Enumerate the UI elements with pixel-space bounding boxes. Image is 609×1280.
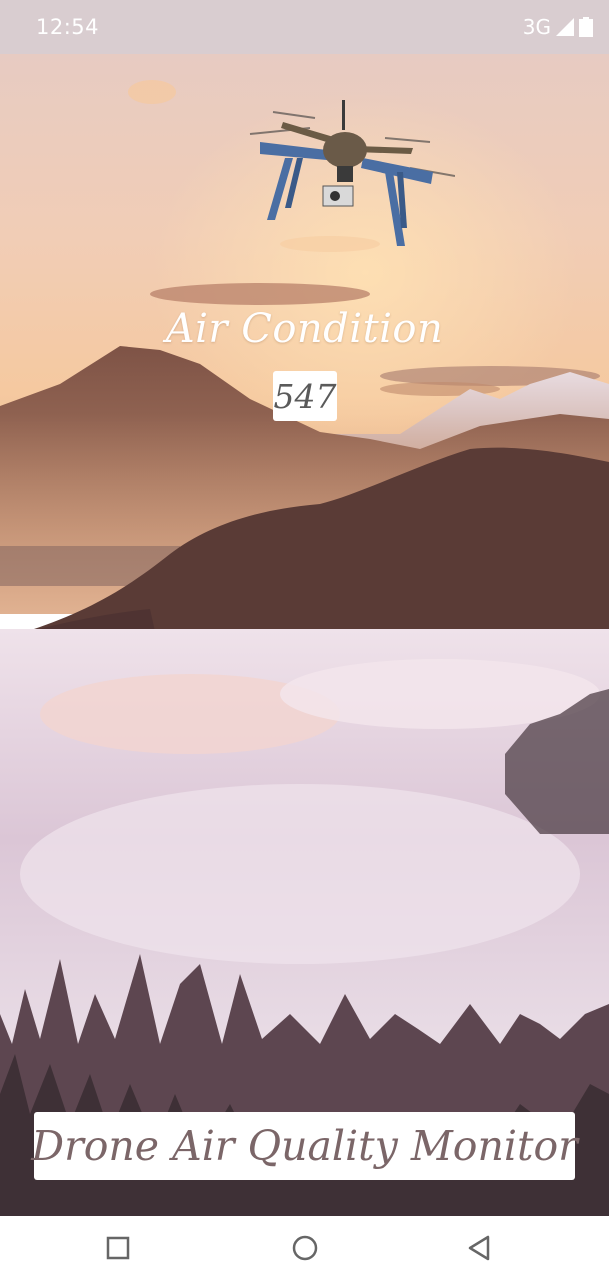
status-bar: 12:54 3G xyxy=(0,0,609,54)
status-icons: 3G xyxy=(523,15,593,39)
air-reading-box: 547 xyxy=(273,371,337,421)
status-time: 12:54 xyxy=(36,15,100,39)
back-triangle-icon[interactable] xyxy=(466,1234,494,1262)
battery-icon xyxy=(579,17,593,37)
app-title-text: Drone Air Quality Monitor xyxy=(31,1122,578,1170)
navigation-bar xyxy=(0,1216,609,1280)
recents-square-icon[interactable] xyxy=(104,1234,132,1262)
air-condition-title: Air Condition xyxy=(165,306,444,352)
signal-icon xyxy=(556,18,574,36)
air-reading-value: 547 xyxy=(273,376,337,416)
app-title-banner: Drone Air Quality Monitor xyxy=(31,1112,578,1180)
drone-image xyxy=(249,100,455,246)
home-circle-icon[interactable] xyxy=(291,1234,319,1262)
network-type: 3G xyxy=(522,15,551,39)
